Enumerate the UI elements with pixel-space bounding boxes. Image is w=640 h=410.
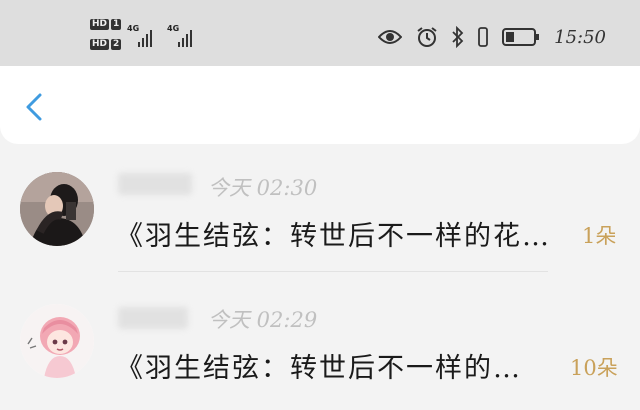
list-item[interactable]: 今天 02:30 《羽生结弦：转世后不一样的花… 1朵 bbox=[0, 144, 640, 272]
message-time: 今天 02:30 bbox=[208, 176, 318, 200]
signal-strength-1-icon bbox=[138, 27, 152, 47]
chevron-left-icon[interactable] bbox=[20, 92, 50, 122]
avatar-illustration bbox=[20, 304, 94, 378]
divider bbox=[118, 271, 548, 272]
navigation-header bbox=[0, 66, 640, 144]
battery-icon bbox=[502, 28, 540, 46]
message-text: 《羽生结弦：转世后不一样的花… bbox=[116, 221, 551, 252]
sim2-slot: 2 bbox=[111, 39, 122, 50]
list-item[interactable]: 今天 02:29 《羽生结弦：转世后不一样的… 10朵 bbox=[0, 280, 640, 400]
sim1-indicator: HD 1 bbox=[90, 19, 122, 30]
avatar-photo bbox=[20, 172, 94, 246]
status-bar: HD 1 HD 2 4G 4G 15:50 bbox=[0, 0, 640, 66]
avatar[interactable] bbox=[20, 304, 94, 378]
sender-name-blurred bbox=[118, 173, 192, 195]
status-icons: 15:50 bbox=[378, 24, 606, 50]
alarm-icon bbox=[417, 27, 437, 47]
message-text: 《羽生结弦：转世后不一样的… bbox=[116, 353, 522, 384]
sim2-hd-badge: HD bbox=[90, 39, 110, 50]
vibrate-icon bbox=[478, 27, 489, 47]
flower-count: 10朵 bbox=[570, 356, 618, 380]
flower-count: 1朵 bbox=[582, 224, 617, 248]
bluetooth-icon bbox=[452, 26, 464, 48]
eye-icon bbox=[378, 30, 403, 44]
sim2-indicator: HD 2 bbox=[90, 39, 122, 50]
clock: 15:50 bbox=[554, 26, 606, 48]
avatar[interactable] bbox=[20, 172, 94, 246]
signal-strength-2-icon bbox=[178, 27, 192, 47]
sim1-hd-badge: HD bbox=[90, 19, 110, 30]
sim1-slot: 1 bbox=[111, 19, 122, 30]
cellular-indicators: HD 1 HD 2 4G 4G bbox=[90, 17, 210, 55]
sender-name-blurred bbox=[118, 307, 188, 329]
message-time: 今天 02:29 bbox=[208, 308, 318, 332]
